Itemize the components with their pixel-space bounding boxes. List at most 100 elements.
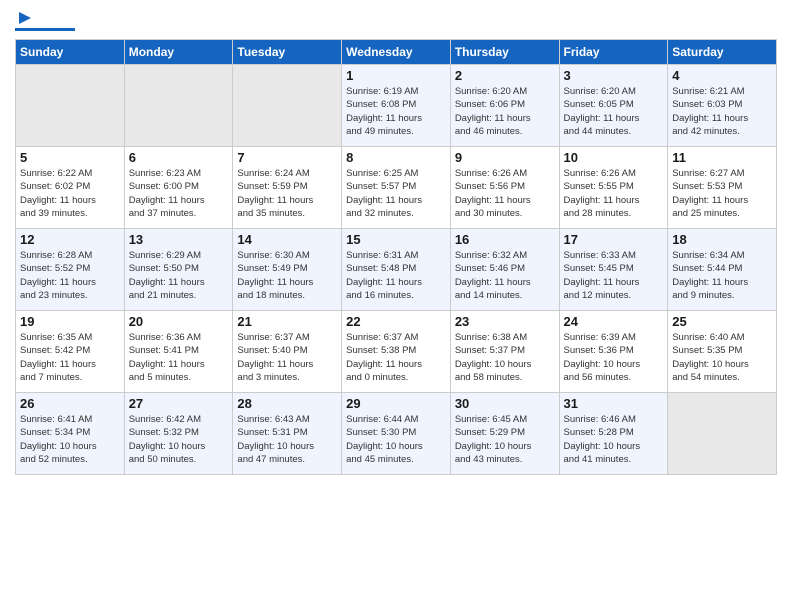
day-number: 27 (129, 396, 229, 411)
weekday-header: Friday (559, 40, 668, 65)
day-number: 19 (20, 314, 120, 329)
weekday-header: Monday (124, 40, 233, 65)
day-info: Sunrise: 6:35 AM Sunset: 5:42 PM Dayligh… (20, 331, 120, 384)
calendar-cell: 7 Sunrise: 6:24 AM Sunset: 5:59 PM Daylig… (233, 147, 342, 229)
day-info: Sunrise: 6:40 AM Sunset: 5:35 PM Dayligh… (672, 331, 772, 384)
day-info: Sunrise: 6:31 AM Sunset: 5:48 PM Dayligh… (346, 249, 446, 302)
calendar-cell: 28 Sunrise: 6:43 AM Sunset: 5:31 PM Dayli… (233, 393, 342, 475)
day-info: Sunrise: 6:44 AM Sunset: 5:30 PM Dayligh… (346, 413, 446, 466)
day-number: 23 (455, 314, 555, 329)
calendar-cell (233, 65, 342, 147)
day-number: 5 (20, 150, 120, 165)
calendar-cell: 21 Sunrise: 6:37 AM Sunset: 5:40 PM Dayli… (233, 311, 342, 393)
calendar-header-row: SundayMondayTuesdayWednesdayThursdayFrid… (16, 40, 777, 65)
day-info: Sunrise: 6:20 AM Sunset: 6:06 PM Dayligh… (455, 85, 555, 138)
day-number: 8 (346, 150, 446, 165)
calendar-week-row: 5 Sunrise: 6:22 AM Sunset: 6:02 PM Daylig… (16, 147, 777, 229)
day-info: Sunrise: 6:39 AM Sunset: 5:36 PM Dayligh… (564, 331, 664, 384)
calendar-week-row: 19 Sunrise: 6:35 AM Sunset: 5:42 PM Dayli… (16, 311, 777, 393)
calendar-week-row: 12Sunrise: 6:28 AM Sunset: 5:52 PM Dayli… (16, 229, 777, 311)
day-number: 4 (672, 68, 772, 83)
calendar-cell: 1Sunrise: 6:19 AM Sunset: 6:08 PM Daylig… (342, 65, 451, 147)
day-number: 3 (564, 68, 664, 83)
day-number: 1 (346, 68, 446, 83)
calendar-cell (16, 65, 125, 147)
day-info: Sunrise: 6:26 AM Sunset: 5:55 PM Dayligh… (564, 167, 664, 220)
calendar-table: SundayMondayTuesdayWednesdayThursdayFrid… (15, 39, 777, 475)
day-info: Sunrise: 6:45 AM Sunset: 5:29 PM Dayligh… (455, 413, 555, 466)
calendar-cell: 5 Sunrise: 6:22 AM Sunset: 6:02 PM Daylig… (16, 147, 125, 229)
day-number: 16 (455, 232, 555, 247)
day-info: Sunrise: 6:27 AM Sunset: 5:53 PM Dayligh… (672, 167, 772, 220)
day-info: Sunrise: 6:42 AM Sunset: 5:32 PM Dayligh… (129, 413, 229, 466)
day-number: 20 (129, 314, 229, 329)
day-info: Sunrise: 6:28 AM Sunset: 5:52 PM Dayligh… (20, 249, 120, 302)
calendar-cell: 6 Sunrise: 6:23 AM Sunset: 6:00 PM Daylig… (124, 147, 233, 229)
day-number: 10 (564, 150, 664, 165)
logo-underline (15, 28, 75, 31)
calendar-cell: 23 Sunrise: 6:38 AM Sunset: 5:37 PM Dayli… (450, 311, 559, 393)
day-number: 18 (672, 232, 772, 247)
day-number: 29 (346, 396, 446, 411)
day-number: 21 (237, 314, 337, 329)
calendar-cell: 24 Sunrise: 6:39 AM Sunset: 5:36 PM Dayli… (559, 311, 668, 393)
calendar-cell: 19 Sunrise: 6:35 AM Sunset: 5:42 PM Dayli… (16, 311, 125, 393)
calendar-cell: 16 Sunrise: 6:32 AM Sunset: 5:46 PM Dayli… (450, 229, 559, 311)
calendar-cell: 11 Sunrise: 6:27 AM Sunset: 5:53 PM Dayli… (668, 147, 777, 229)
weekday-header: Thursday (450, 40, 559, 65)
calendar-cell: 10 Sunrise: 6:26 AM Sunset: 5:55 PM Dayli… (559, 147, 668, 229)
day-number: 30 (455, 396, 555, 411)
day-number: 25 (672, 314, 772, 329)
day-info: Sunrise: 6:20 AM Sunset: 6:05 PM Dayligh… (564, 85, 664, 138)
calendar-cell: 4 Sunrise: 6:21 AM Sunset: 6:03 PM Daylig… (668, 65, 777, 147)
day-number: 28 (237, 396, 337, 411)
day-info: Sunrise: 6:29 AM Sunset: 5:50 PM Dayligh… (129, 249, 229, 302)
day-number: 22 (346, 314, 446, 329)
day-info: Sunrise: 6:24 AM Sunset: 5:59 PM Dayligh… (237, 167, 337, 220)
calendar-week-row: 26 Sunrise: 6:41 AM Sunset: 5:34 PM Dayli… (16, 393, 777, 475)
day-info: Sunrise: 6:41 AM Sunset: 5:34 PM Dayligh… (20, 413, 120, 466)
calendar-cell: 9Sunrise: 6:26 AM Sunset: 5:56 PM Daylig… (450, 147, 559, 229)
day-number: 26 (20, 396, 120, 411)
page-container: SundayMondayTuesdayWednesdayThursdayFrid… (0, 0, 792, 612)
calendar-cell: 22Sunrise: 6:37 AM Sunset: 5:38 PM Dayli… (342, 311, 451, 393)
day-number: 24 (564, 314, 664, 329)
weekday-header: Wednesday (342, 40, 451, 65)
calendar-cell: 2 Sunrise: 6:20 AM Sunset: 6:06 PM Daylig… (450, 65, 559, 147)
calendar-cell: 3 Sunrise: 6:20 AM Sunset: 6:05 PM Daylig… (559, 65, 668, 147)
weekday-header: Saturday (668, 40, 777, 65)
day-number: 6 (129, 150, 229, 165)
day-info: Sunrise: 6:30 AM Sunset: 5:49 PM Dayligh… (237, 249, 337, 302)
calendar-cell: 29 Sunrise: 6:44 AM Sunset: 5:30 PM Dayli… (342, 393, 451, 475)
day-number: 11 (672, 150, 772, 165)
day-number: 14 (237, 232, 337, 247)
day-info: Sunrise: 6:37 AM Sunset: 5:40 PM Dayligh… (237, 331, 337, 384)
day-number: 2 (455, 68, 555, 83)
calendar-cell: 17Sunrise: 6:33 AM Sunset: 5:45 PM Dayli… (559, 229, 668, 311)
day-info: Sunrise: 6:46 AM Sunset: 5:28 PM Dayligh… (564, 413, 664, 466)
day-info: Sunrise: 6:38 AM Sunset: 5:37 PM Dayligh… (455, 331, 555, 384)
calendar-cell: 20Sunrise: 6:36 AM Sunset: 5:41 PM Dayli… (124, 311, 233, 393)
calendar-cell (668, 393, 777, 475)
day-number: 15 (346, 232, 446, 247)
calendar-cell: 31Sunrise: 6:46 AM Sunset: 5:28 PM Dayli… (559, 393, 668, 475)
day-info: Sunrise: 6:34 AM Sunset: 5:44 PM Dayligh… (672, 249, 772, 302)
day-info: Sunrise: 6:33 AM Sunset: 5:45 PM Dayligh… (564, 249, 664, 302)
header (15, 10, 777, 31)
calendar-cell: 13 Sunrise: 6:29 AM Sunset: 5:50 PM Dayli… (124, 229, 233, 311)
calendar-cell: 27 Sunrise: 6:42 AM Sunset: 5:32 PM Dayli… (124, 393, 233, 475)
day-number: 13 (129, 232, 229, 247)
day-info: Sunrise: 6:32 AM Sunset: 5:46 PM Dayligh… (455, 249, 555, 302)
day-info: Sunrise: 6:23 AM Sunset: 6:00 PM Dayligh… (129, 167, 229, 220)
calendar-cell: 18 Sunrise: 6:34 AM Sunset: 5:44 PM Dayli… (668, 229, 777, 311)
day-number: 9 (455, 150, 555, 165)
calendar-cell (124, 65, 233, 147)
weekday-header: Sunday (16, 40, 125, 65)
day-info: Sunrise: 6:22 AM Sunset: 6:02 PM Dayligh… (20, 167, 120, 220)
day-info: Sunrise: 6:43 AM Sunset: 5:31 PM Dayligh… (237, 413, 337, 466)
day-number: 7 (237, 150, 337, 165)
day-info: Sunrise: 6:21 AM Sunset: 6:03 PM Dayligh… (672, 85, 772, 138)
calendar-cell: 15 Sunrise: 6:31 AM Sunset: 5:48 PM Dayli… (342, 229, 451, 311)
calendar-cell: 30 Sunrise: 6:45 AM Sunset: 5:29 PM Dayli… (450, 393, 559, 475)
logo-arrow-icon (17, 10, 33, 26)
